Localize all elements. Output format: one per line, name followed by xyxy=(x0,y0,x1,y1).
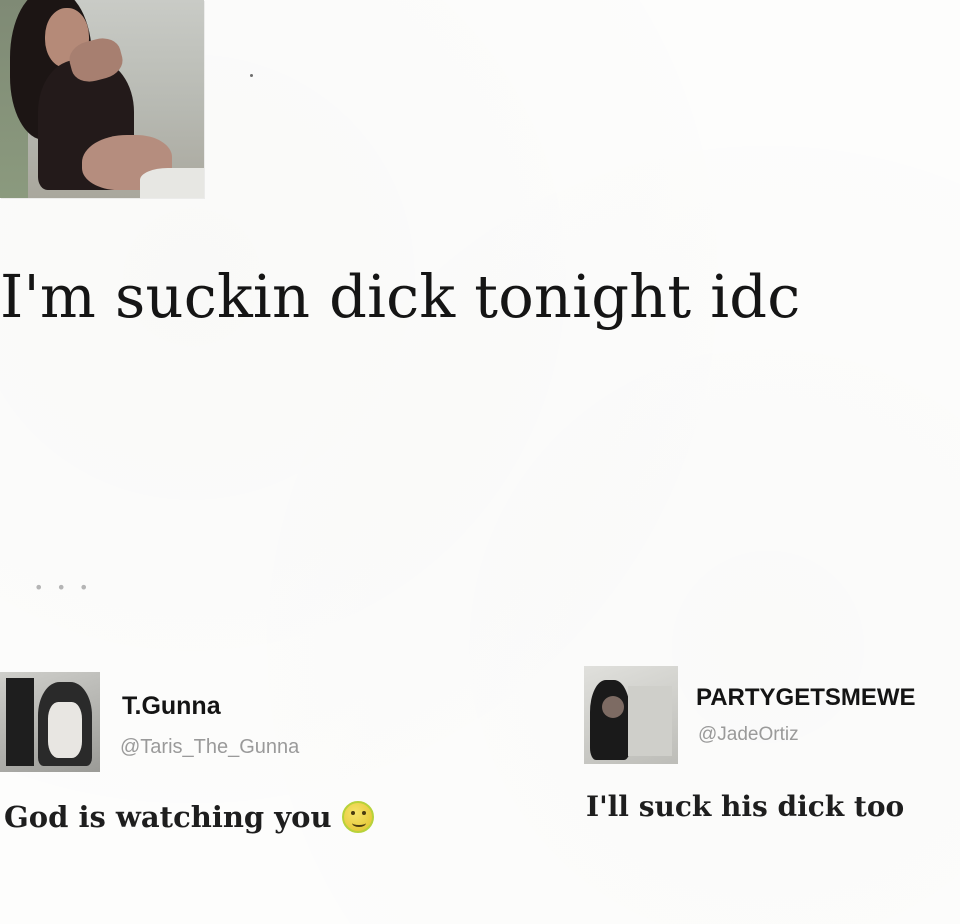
thinking-face-icon xyxy=(341,801,374,833)
avatar[interactable] xyxy=(0,672,100,772)
reply-text: I'll suck his dick too xyxy=(586,790,904,823)
display-name[interactable]: T.Gunna xyxy=(122,692,221,721)
reply-text-content: God is watching you xyxy=(4,800,332,834)
avatar[interactable] xyxy=(584,666,678,764)
user-handle[interactable]: @Taris_The_Gunna xyxy=(120,736,299,759)
reply-text: God is watching you xyxy=(4,800,374,834)
reply-text-content: I'll suck his dick too xyxy=(586,790,905,823)
user-handle[interactable]: @JadeOrtiz xyxy=(698,724,799,746)
reply-card[interactable]: PARTYGETSMEWE @JadeOrtiz I'll suck his d… xyxy=(584,664,960,844)
post-text: I'm suckin dick tonight idc xyxy=(0,262,801,331)
display-name[interactable]: PARTYGETSMEWE xyxy=(696,684,916,712)
artifact-dot xyxy=(250,74,253,77)
reply-card[interactable]: T.Gunna @Taris_The_Gunna God is watching… xyxy=(0,672,460,852)
divider-dots: • • • xyxy=(34,578,93,597)
post-photo[interactable] xyxy=(0,0,204,198)
